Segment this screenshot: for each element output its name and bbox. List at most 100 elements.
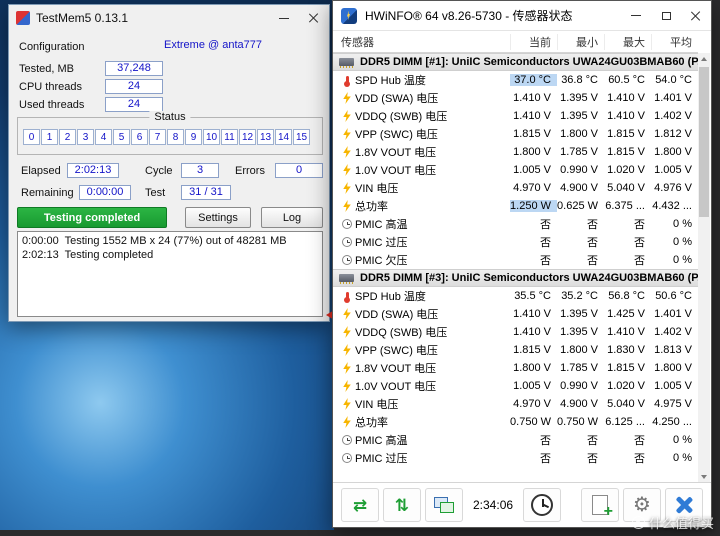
sensor-row[interactable]: VDDQ (SWB) 电压 1.410 V 1.395 V 1.410 V 1.…	[333, 323, 698, 341]
column-current[interactable]: 当前	[510, 33, 557, 50]
scrollbar-thumb[interactable]	[699, 67, 709, 217]
clock-button[interactable]	[523, 488, 562, 522]
sensor-min: 否	[587, 453, 598, 465]
sensor-min: 否	[587, 219, 598, 231]
sensor-row[interactable]: SPD Hub 温度 37.0 °C 36.8 °C 60.5 °C 54.0 …	[333, 71, 698, 89]
sensor-icon	[343, 128, 351, 140]
cpu-threads-label: CPU threads	[19, 81, 82, 93]
sensor-icon-box	[339, 435, 355, 445]
sensor-row[interactable]: 1.8V VOUT 电压 1.800 V 1.785 V 1.815 V 1.8…	[333, 143, 698, 161]
sensor-current[interactable]: 否	[510, 450, 557, 466]
sensor-current[interactable]: 否	[510, 252, 557, 268]
elapsed-label: Elapsed	[21, 165, 61, 177]
swap-panels-button[interactable]: ⇄	[341, 488, 379, 522]
minimize-button[interactable]	[621, 1, 651, 30]
minimize-button[interactable]	[269, 5, 299, 31]
sensor-current[interactable]: 1.815 V	[510, 344, 557, 356]
sensor-current[interactable]: 1.410 V	[510, 110, 557, 122]
sensor-current[interactable]: 4.970 V	[510, 182, 557, 194]
sensor-row[interactable]: PMIC 高温 否 否 否 0 %	[333, 215, 698, 233]
scroll-up-button[interactable]	[698, 53, 710, 65]
sensor-row[interactable]: VIN 电压 4.970 V 4.900 V 5.040 V 4.976 V	[333, 179, 698, 197]
close-button[interactable]	[681, 1, 711, 30]
settings-button[interactable]: Settings	[185, 207, 251, 228]
sensor-icon-box	[339, 416, 355, 428]
sensor-current[interactable]: 否	[510, 216, 557, 232]
sensor-max: 否	[634, 237, 645, 249]
vertical-scrollbar[interactable]	[698, 53, 710, 483]
sensor-row[interactable]: PMIC 过压 否 否 否 0 %	[333, 233, 698, 251]
thread-cell: 15	[293, 129, 310, 145]
sensor-current[interactable]: 否	[510, 432, 557, 448]
sensor-icon	[343, 146, 351, 158]
group-header-label: DDR5 DIMM [#3]: UniIC Semiconductors UWA…	[360, 272, 698, 284]
sensor-current[interactable]: 否	[510, 234, 557, 250]
sensor-current[interactable]: 35.5 °C	[510, 290, 557, 302]
log-area[interactable]: 0:00:00 Testing 1552 MB x 24 (77%) out o…	[17, 231, 323, 317]
column-header[interactable]: 传感器 当前 最小 最大 平均	[333, 31, 698, 53]
sensor-row[interactable]: 总功率 1.250 W 0.625 W 6.375 ... 4.432 ...	[333, 197, 698, 215]
thread-cell: 14	[275, 129, 292, 145]
sensor-row[interactable]: VDD (SWA) 电压 1.410 V 1.395 V 1.410 V 1.4…	[333, 89, 698, 107]
sensor-min: 1.800 V	[560, 344, 598, 356]
thread-cell: 8	[167, 129, 184, 145]
sensor-label: PMIC 过压	[355, 453, 408, 465]
sensor-current[interactable]: 1.800 V	[510, 362, 557, 374]
sensor-current[interactable]: 1.410 V	[510, 92, 557, 104]
configuration-value[interactable]: Extreme @ anta777	[101, 39, 325, 51]
sensor-current[interactable]: 1.800 V	[510, 146, 557, 158]
thread-cell: 4	[95, 129, 112, 145]
close-button[interactable]	[299, 5, 329, 31]
sensor-row[interactable]: VPP (SWC) 电压 1.815 V 1.800 V 1.815 V 1.8…	[333, 125, 698, 143]
remote-sensor-button[interactable]	[425, 488, 463, 522]
sensor-row[interactable]: VIN 电压 4.970 V 4.900 V 5.040 V 4.975 V	[333, 395, 698, 413]
sensor-current[interactable]: 1.410 V	[510, 308, 557, 320]
sensor-row[interactable]: VPP (SWC) 电压 1.815 V 1.800 V 1.830 V 1.8…	[333, 341, 698, 359]
hwinfo-titlebar[interactable]: HWiNFO® 64 v8.26-5730 - 传感器状态	[333, 1, 711, 31]
thread-cell: 2	[59, 129, 76, 145]
sensor-row[interactable]: 总功率 0.750 W 0.750 W 6.125 ... 4.250 ...	[333, 413, 698, 431]
sensor-icon	[342, 453, 352, 463]
sensor-current[interactable]: 1.410 V	[510, 326, 557, 338]
testing-completed-button[interactable]: Testing completed	[17, 207, 167, 228]
sensor-row[interactable]: 1.8V VOUT 电压 1.800 V 1.785 V 1.815 V 1.8…	[333, 359, 698, 377]
report-button[interactable]	[581, 488, 619, 522]
sensor-max: 1.020 V	[607, 164, 645, 176]
column-max[interactable]: 最大	[604, 33, 651, 50]
sensor-row[interactable]: PMIC 欠压 否 否 否 0 %	[333, 251, 698, 269]
sensor-avg: 1.402 V	[654, 110, 692, 122]
sensor-current[interactable]: 0.750 W	[510, 416, 557, 428]
sensor-current[interactable]: 37.0 °C	[510, 74, 557, 86]
log-button[interactable]: Log	[261, 207, 323, 228]
tested-mb-field[interactable]: 37,248	[105, 61, 163, 76]
sensor-min: 1.785 V	[560, 362, 598, 374]
sensor-current[interactable]: 1.005 V	[510, 164, 557, 176]
sensor-current[interactable]: 4.970 V	[510, 398, 557, 410]
sensor-group-header[interactable]: DDR5 DIMM [#1]: UniIC Semiconductors UWA…	[333, 53, 698, 71]
testmem5-titlebar[interactable]: TestMem5 0.13.1	[9, 5, 329, 31]
test-field: 31 / 31	[181, 185, 231, 200]
sensor-current[interactable]: 1.250 W	[510, 200, 557, 212]
sensor-row[interactable]: VDD (SWA) 电压 1.410 V 1.395 V 1.425 V 1.4…	[333, 305, 698, 323]
sensor-current[interactable]: 1.815 V	[510, 128, 557, 140]
sensor-row[interactable]: PMIC 过压 否 否 否 0 %	[333, 449, 698, 467]
sensor-avg: 4.976 V	[654, 182, 692, 194]
sensor-current[interactable]: 1.005 V	[510, 380, 557, 392]
sensor-row[interactable]: 1.0V VOUT 电压 1.005 V 0.990 V 1.020 V 1.0…	[333, 161, 698, 179]
sensor-row[interactable]: SPD Hub 温度 35.5 °C 35.2 °C 56.8 °C 50.6 …	[333, 287, 698, 305]
reorder-button[interactable]: ⇅	[383, 488, 421, 522]
sensor-group-header[interactable]: DDR5 DIMM [#3]: UniIC Semiconductors UWA…	[333, 269, 698, 287]
column-min[interactable]: 最小	[557, 33, 604, 50]
cpu-threads-field[interactable]: 24	[105, 79, 163, 94]
sensor-row[interactable]: VDDQ (SWB) 电压 1.410 V 1.395 V 1.410 V 1.…	[333, 107, 698, 125]
maximize-button[interactable]	[651, 1, 681, 30]
sensor-max: 5.040 V	[607, 182, 645, 194]
sensor-label: PMIC 过压	[355, 237, 408, 249]
column-avg[interactable]: 平均	[651, 33, 698, 50]
sensor-min: 0.750 W	[557, 416, 598, 428]
sensor-row[interactable]: PMIC 高温 否 否 否 0 %	[333, 431, 698, 449]
used-threads-field[interactable]: 24	[105, 97, 163, 112]
column-sensor[interactable]: 传感器	[341, 34, 510, 50]
minimize-icon	[279, 17, 289, 19]
sensor-row[interactable]: 1.0V VOUT 电压 1.005 V 0.990 V 1.020 V 1.0…	[333, 377, 698, 395]
